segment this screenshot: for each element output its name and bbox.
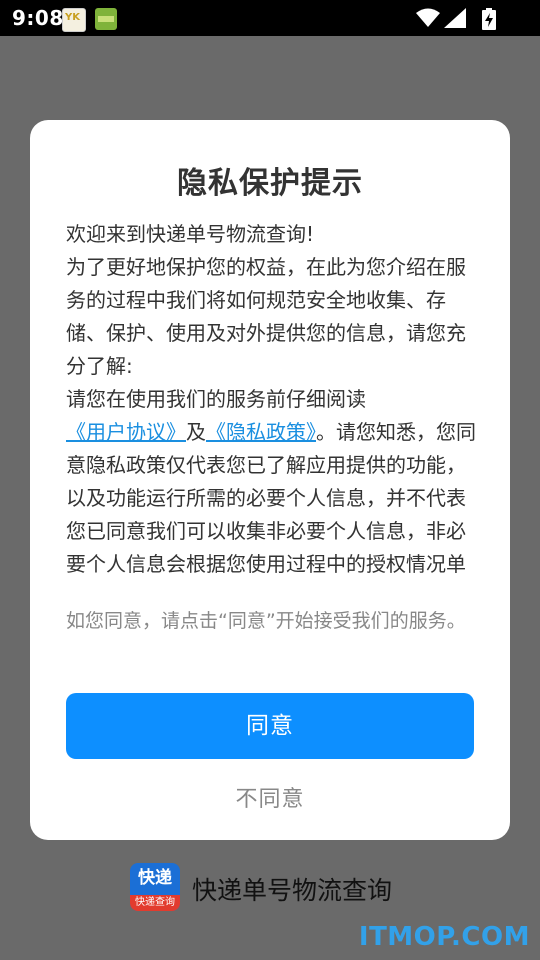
disagree-button[interactable]: 不同意 [66,780,474,820]
greeting-text: 欢迎来到快递单号物流查询! [66,222,315,246]
app-name: 快递单号物流查询 [192,876,393,905]
policy-text-after: 。请您知悉，您同意隐私政策仅代表您已了解应用提供的功能，以及功能运行所需的必要个… [66,420,476,576]
dialog-title: 隐私保护提示 [177,166,363,201]
privacy-body-text[interactable]: 欢迎来到快递单号物流查询! 为了更好地保护您的权益，在此为您介绍在服务的过程中我… [66,218,476,582]
notification-app-icon [62,8,86,32]
privacy-dialog: 隐私保护提示 欢迎来到快递单号物流查询! 为了更好地保护您的权益，在此为您介绍在… [30,120,510,840]
battery-charging-icon [482,8,496,30]
status-bar: 9:08 [0,0,540,36]
policy-paragraph: 请您在使用我们的服务前仔细阅读《用户协议》及《隐私政策》。请您知悉，您同意隐私政… [66,383,476,582]
signal-icon [444,8,466,28]
policy-text-before: 请您在使用我们的服务前仔细阅读 [66,387,366,411]
wifi-icon [416,8,440,27]
app-logo-sublabel: 快递查询 [130,895,180,911]
user-agreement-link[interactable]: 《用户协议》 [66,420,186,444]
and-text: 及 [186,420,206,444]
watermark: ITMOP.COM [358,922,530,952]
intro-paragraph: 为了更好地保护您的权益，在此为您介绍在服务的过程中我们将如何规范安全地收集、存储… [66,255,466,378]
app-logo-icon: 快递 快递查询 [130,863,180,911]
agree-button[interactable]: 同意 [66,693,474,759]
app-logo-label: 快递 [138,868,172,888]
agree-hint-text: 如您同意，请点击“同意”开始接受我们的服务。 [66,610,466,632]
system-icons [416,8,500,30]
privacy-policy-link[interactable]: 《隐私政策》 [206,420,316,444]
notification-app-icon-2 [95,8,117,30]
status-time: 9:08 [12,6,64,30]
